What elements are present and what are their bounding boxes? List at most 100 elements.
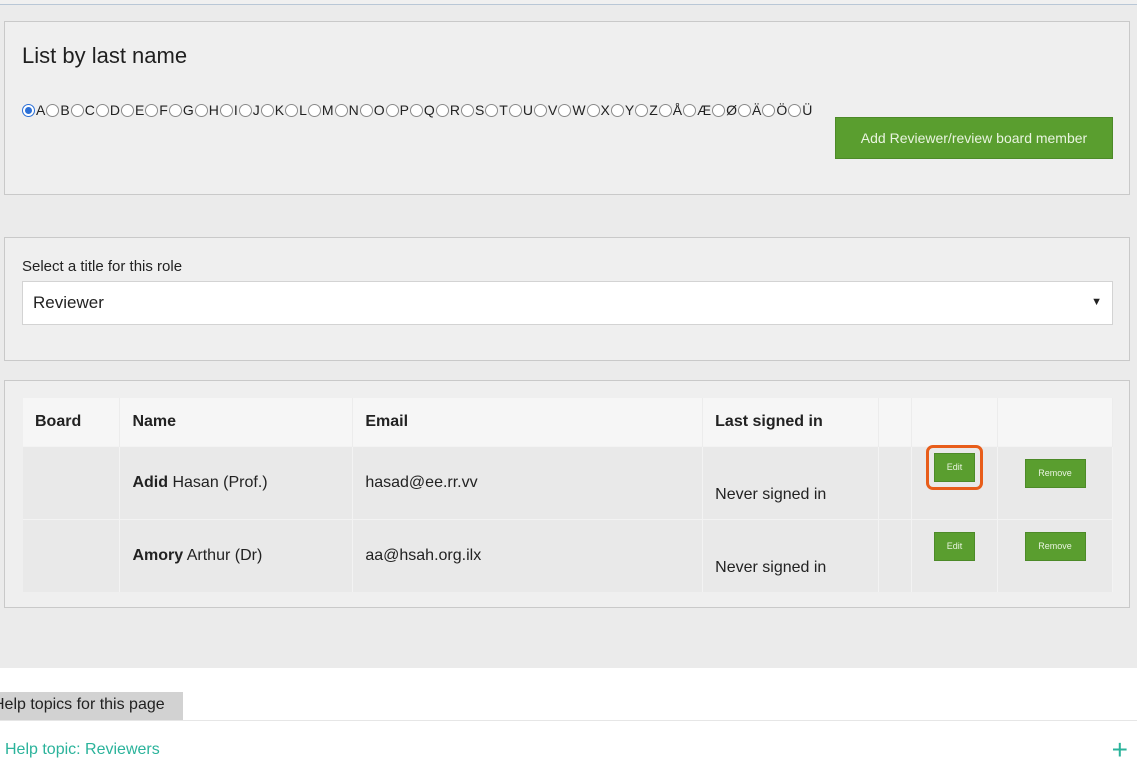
cell-email: aa@hsah.org.ilx [352,518,704,592]
cell-remove: Remove [997,445,1113,519]
cell-remove: Remove [997,518,1113,592]
letter-option[interactable]: Ø [712,102,737,118]
letter-label: Z [649,102,658,118]
letter-radio[interactable] [168,103,182,117]
letter-radio[interactable] [95,103,109,117]
letter-option[interactable]: G [168,102,194,118]
header-name: Name [119,398,354,446]
letter-radio[interactable] [558,103,572,117]
cell-last-signed-in: Never signed in [702,445,880,519]
letter-option[interactable]: Y [610,102,635,118]
letter-radio[interactable] [586,103,600,117]
letter-label: V [547,102,558,118]
letter-radio[interactable] [46,103,60,117]
plus-icon[interactable]: + [1112,736,1128,764]
letter-label: S [474,102,485,118]
letter-option[interactable]: M [307,102,334,118]
letter-option[interactable]: R [435,102,460,118]
role-title-panel: Select a title for this role Reviewer ▼ [4,237,1130,361]
letter-option[interactable]: L [285,102,307,118]
letter-radio[interactable] [120,103,134,117]
letter-option[interactable]: Q [409,102,435,118]
reviewers-table: Board Name Email Last signed in Adid Has… [23,398,1113,592]
letter-radio[interactable] [334,103,348,117]
cell-board [23,445,121,519]
letter-radio[interactable] [460,103,474,117]
help-topics-title-text: Help topics for this page [0,696,165,713]
letter-radio[interactable] [658,103,672,117]
cell-email: hasad@ee.rr.vv [352,445,704,519]
letter-label: Y [624,102,635,118]
letter-option[interactable]: X [586,102,610,118]
edit-button[interactable]: Edit [934,452,976,482]
cell-last-signed-in: Never signed in [702,518,880,592]
letter-radio[interactable] [70,103,84,117]
edit-button[interactable]: Edit [934,531,976,561]
letter-option[interactable]: I [219,102,238,118]
letter-radio[interactable] [610,103,624,117]
letter-option[interactable]: Ä [738,102,761,118]
letter-option[interactable]: N [334,102,359,118]
letter-label: O [373,102,385,118]
remove-button[interactable]: Remove [1024,531,1086,561]
header-board: Board [23,398,121,446]
remove-button[interactable]: Remove [1024,458,1086,488]
reviewer-given-name: Hasan (Prof.) [168,473,268,491]
letter-option[interactable]: Z [635,102,658,118]
letter-option[interactable]: K [260,102,284,118]
letter-radio[interactable] [22,103,35,117]
letter-option[interactable]: S [460,102,485,118]
letter-option[interactable]: F [145,102,168,118]
cell-edit: Edit [911,518,998,592]
letter-option[interactable]: B [46,102,70,118]
letter-option[interactable]: Æ [683,102,711,118]
letter-option[interactable]: W [558,102,586,118]
help-topics-title: Help topics for this page [0,692,183,720]
add-reviewer-button[interactable]: Add Reviewer/review board member [835,117,1113,159]
letter-radio[interactable] [762,103,776,117]
letter-radio[interactable] [385,103,399,117]
header-email: Email [352,398,704,446]
letter-radio[interactable] [635,103,649,117]
letter-option[interactable]: D [95,102,120,118]
letter-option[interactable]: T [485,102,508,118]
letter-option[interactable]: V [533,102,558,118]
letter-label: G [182,102,194,118]
letter-option[interactable]: J [238,102,260,118]
letter-option[interactable]: Ü [788,102,812,118]
letter-option[interactable]: Ö [762,102,787,118]
letter-option[interactable]: O [359,102,385,118]
letter-radio[interactable] [359,103,373,117]
letter-label: Ü [802,102,813,118]
caret-down-icon: ▼ [1091,296,1102,308]
letter-radio[interactable] [260,103,274,117]
letter-radio[interactable] [485,103,499,117]
letter-option[interactable]: C [70,102,95,118]
letter-radio[interactable] [788,103,802,117]
letter-radio[interactable] [194,103,208,117]
letter-option[interactable]: U [508,102,533,118]
help-divider [0,720,1137,721]
letter-radio[interactable] [219,103,233,117]
letter-radio[interactable] [533,103,547,117]
letter-radio[interactable] [508,103,522,117]
letter-option[interactable]: H [194,102,219,118]
letter-radio[interactable] [683,103,697,117]
letter-radio[interactable] [307,103,321,117]
role-select-label: Select a title for this role [22,258,183,275]
letter-radio[interactable] [238,103,252,117]
letter-option[interactable]: A [22,102,45,118]
letter-option[interactable]: P [385,102,409,118]
letter-radio-group: ABCDEFGHIJKLMNOPQRSTUVWXYZÅÆØÄÖÜ [22,102,813,118]
letter-radio[interactable] [145,103,159,117]
letter-radio[interactable] [435,103,449,117]
letter-radio[interactable] [712,103,726,117]
role-title-select[interactable]: Reviewer ▼ [22,281,1113,325]
letter-radio[interactable] [738,103,752,117]
letter-label: Ö [776,102,788,118]
letter-option[interactable]: E [120,102,144,118]
letter-radio[interactable] [409,103,423,117]
letter-radio[interactable] [285,103,299,117]
letter-option[interactable]: Å [658,102,682,118]
help-topic-link[interactable]: Help topic: Reviewers [5,741,160,759]
